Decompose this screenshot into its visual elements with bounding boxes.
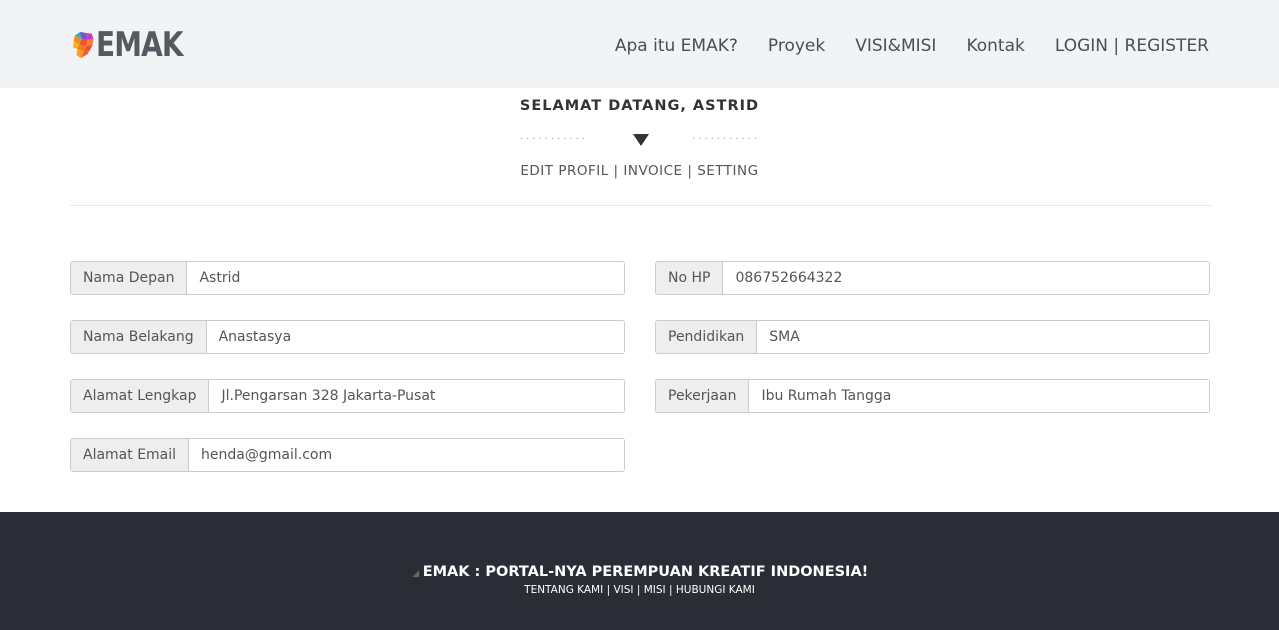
dots-right: ........... — [692, 131, 760, 142]
footer-link-misi[interactable]: MISI — [644, 584, 666, 596]
footer-logo-icon: ◢ — [412, 569, 420, 579]
address-input[interactable] — [209, 380, 624, 412]
invoice-link[interactable]: INVOICE — [623, 163, 682, 179]
last-name-label: Nama Belakang — [71, 321, 207, 353]
separator: | — [687, 163, 693, 179]
logo-text: EMAK — [96, 25, 184, 65]
nav-kontak[interactable]: Kontak — [966, 36, 1024, 56]
welcome-title: SELAMAT DATANG, ASTRID — [519, 98, 760, 114]
email-group: Alamat Email — [70, 438, 625, 472]
last-name-group: Nama Belakang — [70, 320, 625, 354]
email-input[interactable] — [189, 439, 624, 471]
address-label: Alamat Lengkap — [71, 380, 210, 412]
divider-line — [70, 205, 1211, 206]
footer-links: TENTANG KAMI | VISI | MISI | HUBUNGI KAM… — [0, 584, 1279, 596]
separator: | — [669, 584, 673, 596]
separator: | — [606, 584, 611, 596]
edit-profil-link[interactable]: EDIT PROFIL — [520, 163, 608, 179]
first-name-input[interactable] — [187, 262, 624, 294]
setting-link[interactable]: SETTING — [697, 163, 758, 179]
site-footer: ◢ EMAK : PORTAL-NYA PEREMPUAN KREATIF IND… — [0, 512, 1279, 630]
profile-submenu: EDIT PROFIL | INVOICE | SETTING — [0, 163, 1279, 179]
footer-link-hubungi-kami[interactable]: HUBUNGI KAMI — [676, 584, 755, 596]
separator: | — [636, 584, 641, 596]
emak-logo-icon — [72, 31, 94, 59]
last-name-input[interactable] — [206, 321, 624, 353]
first-name-group: Nama Depan — [70, 261, 625, 295]
footer-link-tentang-kami[interactable]: TENTANG KAMI — [524, 584, 603, 596]
nav-proyek[interactable]: Proyek — [768, 36, 825, 56]
welcome-divider: ........... ........... — [520, 128, 760, 148]
footer-link-visi[interactable]: VISI — [613, 584, 633, 596]
separator: | — [613, 163, 619, 179]
job-group: Pekerjaan — [655, 379, 1210, 413]
logo[interactable]: EMAK — [72, 14, 202, 76]
footer-title: ◢ EMAK : PORTAL-NYA PEREMPUAN KREATIF IND… — [0, 564, 1279, 580]
address-group: Alamat Lengkap — [70, 379, 625, 413]
first-name-label: Nama Depan — [71, 262, 188, 294]
phone-input[interactable] — [723, 262, 1209, 294]
education-group: Pendidikan — [655, 320, 1210, 354]
education-input[interactable] — [757, 321, 1209, 353]
nav-login-register[interactable]: LOGIN | REGISTER — [1055, 36, 1209, 56]
nav-apa-itu-emak[interactable]: Apa itu EMAK? — [615, 36, 738, 56]
job-label: Pekerjaan — [656, 380, 750, 412]
phone-label: No HP — [656, 262, 724, 294]
email-label: Alamat Email — [71, 439, 190, 471]
footer-tagline: EMAK : PORTAL-NYA PEREMPUAN KREATIF INDO… — [422, 564, 869, 580]
education-label: Pendidikan — [656, 321, 758, 353]
caret-down-icon — [633, 134, 649, 146]
phone-group: No HP — [655, 261, 1210, 295]
job-input[interactable] — [749, 380, 1209, 412]
nav-visi-misi[interactable]: VISI&MISI — [855, 36, 936, 56]
site-header: EMAK Apa itu EMAK? Proyek VISI&MISI Kont… — [0, 0, 1279, 88]
dots-left: ........... — [520, 131, 588, 142]
main-nav: Apa itu EMAK? Proyek VISI&MISI Kontak LO… — [615, 36, 1209, 56]
